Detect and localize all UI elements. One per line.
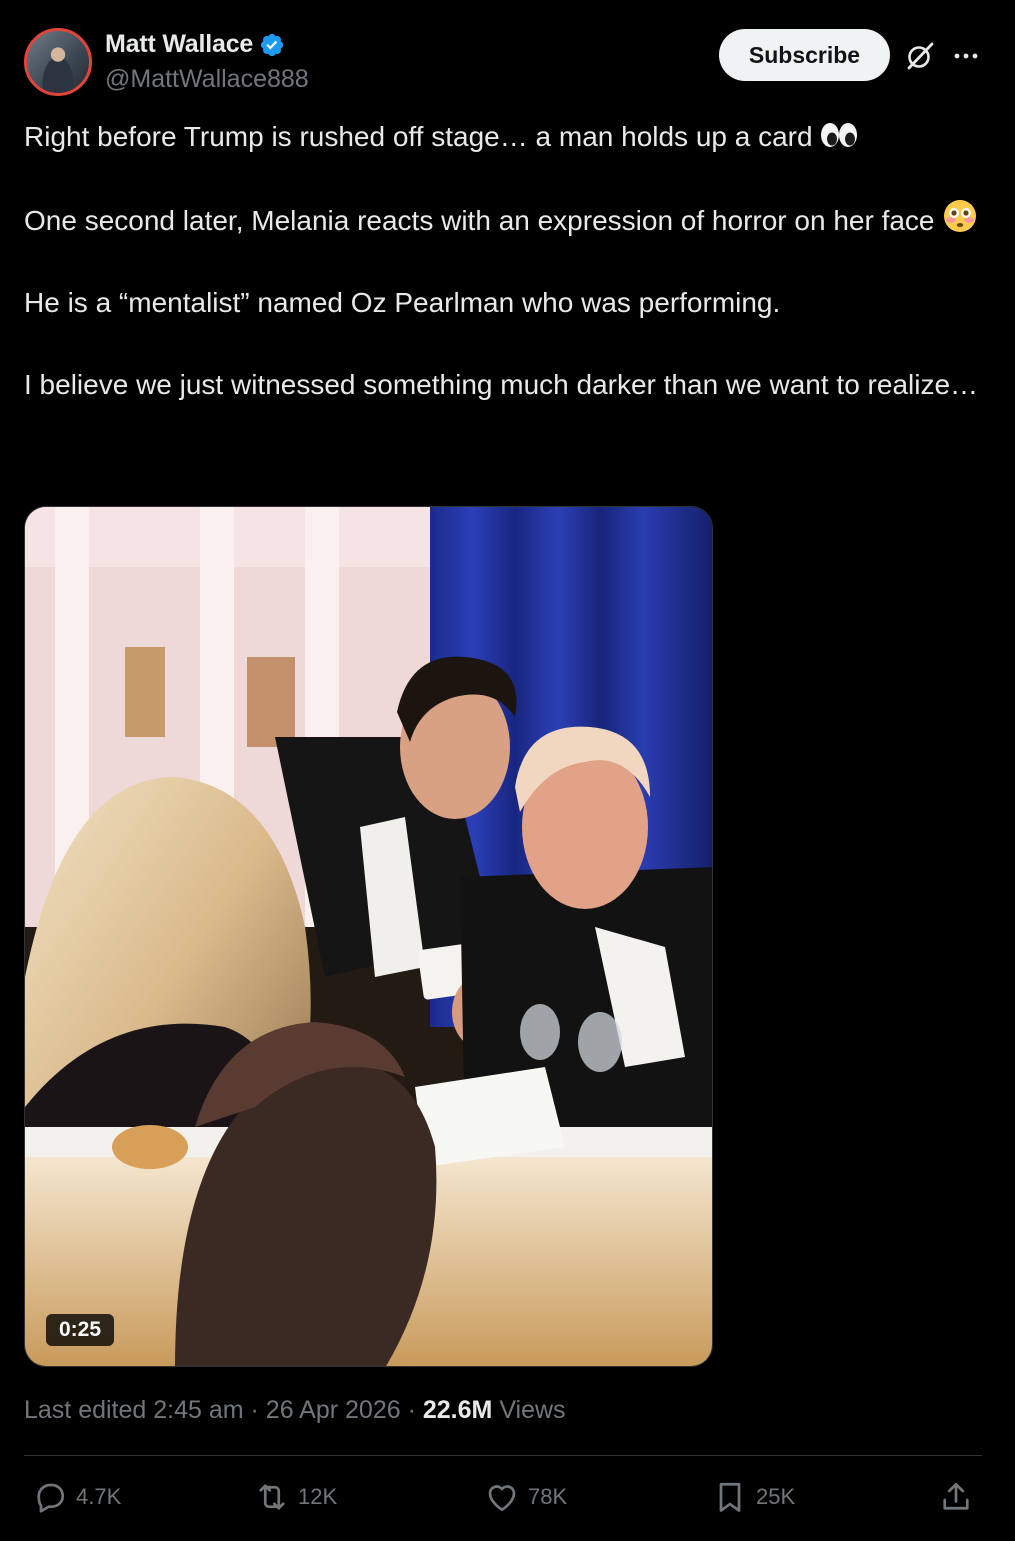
share-button[interactable]	[938, 1474, 974, 1520]
author-name-row: Matt Wallace	[105, 30, 285, 59]
like-count: 78K	[528, 1484, 568, 1509]
author-handle[interactable]: @MattWallace888	[105, 65, 309, 94]
bookmark-button[interactable]: 25K	[712, 1474, 795, 1520]
bookmark-count: 25K	[756, 1484, 796, 1509]
video-frame	[25, 507, 712, 1366]
repost-button[interactable]: 12K	[254, 1474, 337, 1520]
repost-count: 12K	[298, 1484, 338, 1509]
edited-timestamp[interactable]: Last edited 2:45 am · 26 Apr 2026 ·	[24, 1396, 416, 1424]
tweet-header: Matt Wallace @MattWallace888 Subscribe	[24, 28, 990, 98]
tweet-paragraph: Right before Trump is rushed off stage… …	[24, 116, 984, 157]
tweet-text: Right before Trump is rushed off stage… …	[24, 116, 984, 405]
reply-count: 4.7K	[76, 1484, 122, 1509]
tweet-paragraph: I believe we just witnessed something mu…	[24, 369, 979, 400]
action-bar: 4.7K 12K 78K 25K	[24, 1474, 982, 1520]
subscribe-button[interactable]: Subscribe	[719, 29, 890, 81]
bookmark-icon	[719, 1482, 741, 1512]
avatar[interactable]	[24, 28, 92, 96]
video-duration: 0:25	[46, 1314, 115, 1346]
tweet-paragraph: One second later, Melania reacts with an…	[24, 198, 984, 241]
tweet-line: Right before Trump is rushed off stage… …	[24, 121, 813, 152]
reply-icon	[37, 1483, 65, 1513]
author-name[interactable]: Matt Wallace	[105, 30, 253, 59]
tweet-line: One second later, Melania reacts with an…	[24, 205, 935, 236]
heart-icon	[488, 1485, 516, 1512]
flushed-face-emoji	[944, 200, 977, 232]
video-player[interactable]: 0:25	[24, 506, 713, 1367]
share-icon	[943, 1482, 969, 1510]
like-button[interactable]: 78K	[484, 1474, 567, 1520]
more-icon[interactable]	[952, 42, 980, 70]
views-label: Views	[499, 1396, 566, 1424]
tweet-meta: Last edited 2:45 am · 26 Apr 2026 · 22.6…	[24, 1396, 566, 1425]
reply-button[interactable]: 4.7K	[32, 1474, 121, 1520]
grok-icon[interactable]	[904, 40, 936, 72]
verified-badge-icon	[261, 33, 284, 56]
tweet-paragraph: He is a “mentalist” named Oz Pearlman wh…	[24, 287, 781, 318]
views-count: 22.6M	[422, 1396, 493, 1424]
divider	[24, 1455, 982, 1456]
eyes-emoji	[821, 123, 858, 147]
repost-icon	[259, 1484, 285, 1510]
